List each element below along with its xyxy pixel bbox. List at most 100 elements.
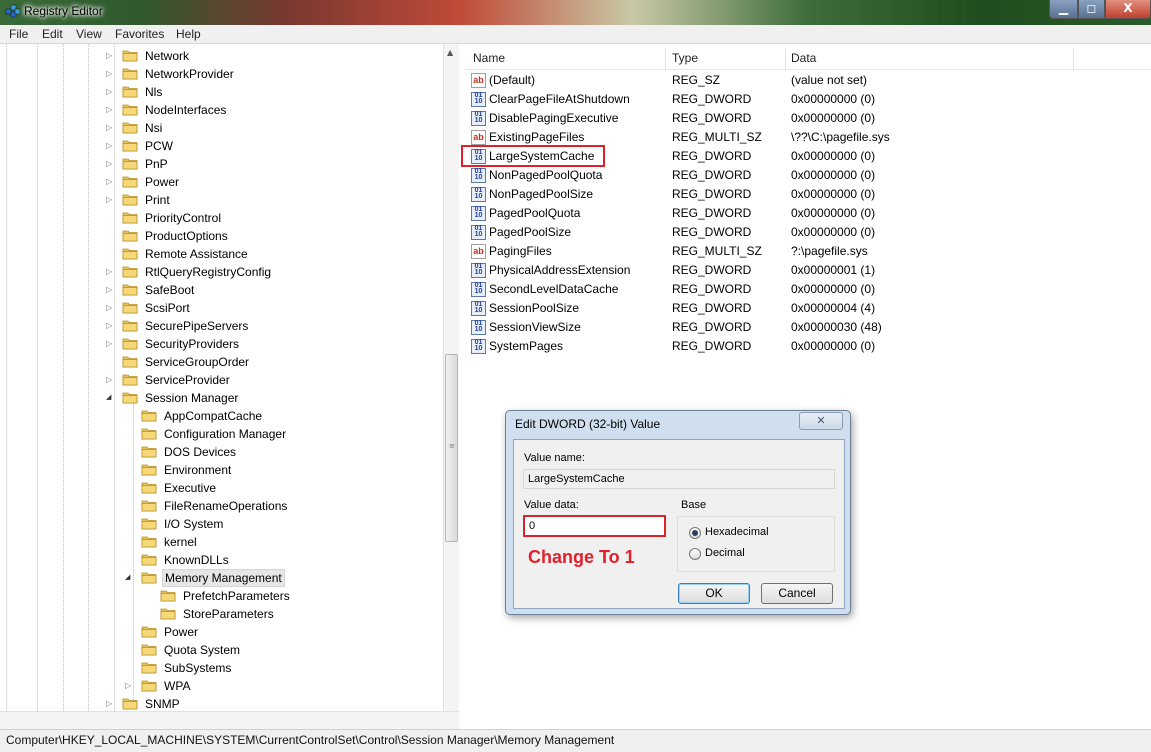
value-name: SessionPoolSize [489,301,580,315]
binary-value-icon: 01 10 [471,92,486,107]
expand-arrow-icon[interactable]: ▷ [106,371,116,389]
value-row-disablepagingexecutive[interactable]: 01 10 DisablePagingExecutive REG_DWORD 0x000… [465,109,1151,128]
decimal-radio[interactable] [689,548,701,560]
value-row-physicaladdressextension[interactable]: 01 10 PhysicalAddressExtension REG_DWORD 0x0… [465,261,1151,280]
menu-favorites[interactable]: Favorites [115,27,164,41]
value-type: REG_DWORD [672,301,752,315]
scrollbar-thumb[interactable]: ≡ [445,354,458,542]
value-type: REG_SZ [672,73,721,87]
value-type: REG_MULTI_SZ [672,244,762,258]
tree-item-label: Nsi [145,121,163,135]
expand-arrow-icon[interactable]: ▷ [106,281,116,299]
expand-arrow-icon[interactable]: ▷ [106,137,116,155]
value-type: REG_DWORD [672,111,752,125]
folder-icon [141,572,157,584]
scroll-up-arrow-icon[interactable]: ▲ [447,48,453,57]
decimal-label[interactable]: Decimal [705,547,745,559]
expand-arrow-icon[interactable]: ▷ [106,173,116,191]
value-row-nonpagedpoolsize[interactable]: 01 10 NonPagedPoolSize REG_DWORD 0x00000000 … [465,185,1151,204]
expand-arrow-icon[interactable]: ▷ [106,65,116,83]
value-row-nonpagedpoolquota[interactable]: 01 10 NonPagedPoolQuota REG_DWORD 0x00000000… [465,166,1151,185]
folder-icon [141,446,157,458]
registry-key-tree[interactable]: ▷ Network ▷ NetworkProvider ▷ Nls ▷ NodeInterfa… [0,44,459,729]
value-name: SecondLevelDataCache [489,282,619,296]
tree-item-label: Environment [164,463,232,477]
value-data: ?:\pagefile.sys [791,244,868,258]
folder-icon [160,608,176,620]
column-type[interactable]: Type [672,51,698,65]
tree-item-label: Session Manager [145,391,239,405]
column-name[interactable]: Name [473,51,505,65]
value-row-pagedpoolsize[interactable]: 01 10 PagedPoolSize REG_DWORD 0x00000000 (0) [465,223,1151,242]
highlight-box-largesystemcache [461,145,605,167]
expand-arrow-icon[interactable]: ▷ [106,119,116,137]
binary-value-icon: 01 10 [471,206,486,221]
tree-item-label: ScsiPort [145,301,190,315]
value-row-pagingfiles[interactable]: ab PagingFiles REG_MULTI_SZ ?:\pagefile.sys [465,242,1151,261]
folder-icon [122,302,138,314]
menu-file[interactable]: File [9,27,28,41]
tree-item-label: ProductOptions [145,229,228,243]
value-row-systempages[interactable]: 01 10 SystemPages REG_DWORD 0x00000000 (0) [465,337,1151,356]
expand-arrow-icon[interactable]: ▷ [106,101,116,119]
value-row-secondleveldatacache[interactable]: 01 10 SecondLevelDataCache REG_DWORD 0x00000… [465,280,1151,299]
binary-value-icon: 01 10 [471,301,486,316]
hexadecimal-label[interactable]: Hexadecimal [705,526,769,538]
tree-vertical-scrollbar[interactable]: ▲ ≡ ▼ [443,44,459,729]
expand-arrow-icon[interactable]: ▷ [125,677,135,695]
folder-icon [141,554,157,566]
string-value-icon: ab [471,73,486,88]
tree-item-label: ServiceProvider [145,373,230,387]
collapse-arrow-icon[interactable]: ◢ [106,389,116,407]
dialog-close-button[interactable]: ✕ [799,412,843,430]
value-type: REG_DWORD [672,263,752,277]
folder-icon [122,50,138,62]
expand-arrow-icon[interactable]: ▷ [106,155,116,173]
expand-arrow-icon[interactable]: ▷ [106,317,116,335]
value-name: SessionViewSize [489,320,581,334]
expand-arrow-icon[interactable]: ▷ [106,335,116,353]
binary-value-icon: 01 10 [471,168,486,183]
value-name-field: LargeSystemCache [523,469,835,489]
expand-arrow-icon[interactable]: ▷ [106,83,116,101]
tree-item-label: SubSystems [164,661,232,675]
folder-icon [141,482,157,494]
tree-item-label: Nls [145,85,163,99]
value-row-sessionpoolsize[interactable]: 01 10 SessionPoolSize REG_DWORD 0x00000004 (… [465,299,1151,318]
value-name: NonPagedPoolSize [489,187,594,201]
cancel-button[interactable]: Cancel [761,583,833,604]
close-button[interactable]: X [1105,0,1151,19]
expand-arrow-icon[interactable]: ▷ [106,263,116,281]
value-data: 0x00000000 (0) [791,149,876,163]
folder-icon [122,212,138,224]
menu-view[interactable]: View [76,27,102,41]
folder-icon [122,86,138,98]
column-data[interactable]: Data [791,51,816,65]
hexadecimal-radio[interactable] [689,527,701,539]
value-row-pagedpoolquota[interactable]: 01 10 PagedPoolQuota REG_DWORD 0x00000000 (0… [465,204,1151,223]
value-row-clearpagefileatshutdown[interactable]: 01 10 ClearPageFileAtShutdown REG_DWORD 0x00… [465,90,1151,109]
minimize-button[interactable]: ▁ [1049,0,1078,19]
menu-edit[interactable]: Edit [42,27,63,41]
value-name: PagedPoolSize [489,225,572,239]
maximize-button[interactable]: ◻ [1078,0,1105,19]
expand-arrow-icon[interactable]: ▷ [106,47,116,65]
folder-icon [122,356,138,368]
tree-horizontal-scrollbar[interactable] [0,711,459,729]
value-data-input[interactable]: 0 [523,515,666,537]
folder-icon [160,590,176,602]
folder-icon [122,68,138,80]
expand-arrow-icon[interactable]: ▷ [106,191,116,209]
collapse-arrow-icon[interactable]: ◢ [125,569,135,587]
value-type: REG_DWORD [672,168,752,182]
expand-arrow-icon[interactable]: ▷ [106,299,116,317]
ok-button[interactable]: OK [678,583,750,604]
tree-item-label: FileRenameOperations [164,499,288,513]
tree-item-label: RtlQueryRegistryConfig [145,265,272,279]
value-row-default[interactable]: ab (Default) REG_SZ (value not set) [465,71,1151,90]
tree-item-label: StoreParameters [183,607,274,621]
menu-help[interactable]: Help [176,27,201,41]
value-type: REG_DWORD [672,92,752,106]
folder-icon [122,140,138,152]
value-row-sessionviewsize[interactable]: 01 10 SessionViewSize REG_DWORD 0x00000030 (… [465,318,1151,337]
